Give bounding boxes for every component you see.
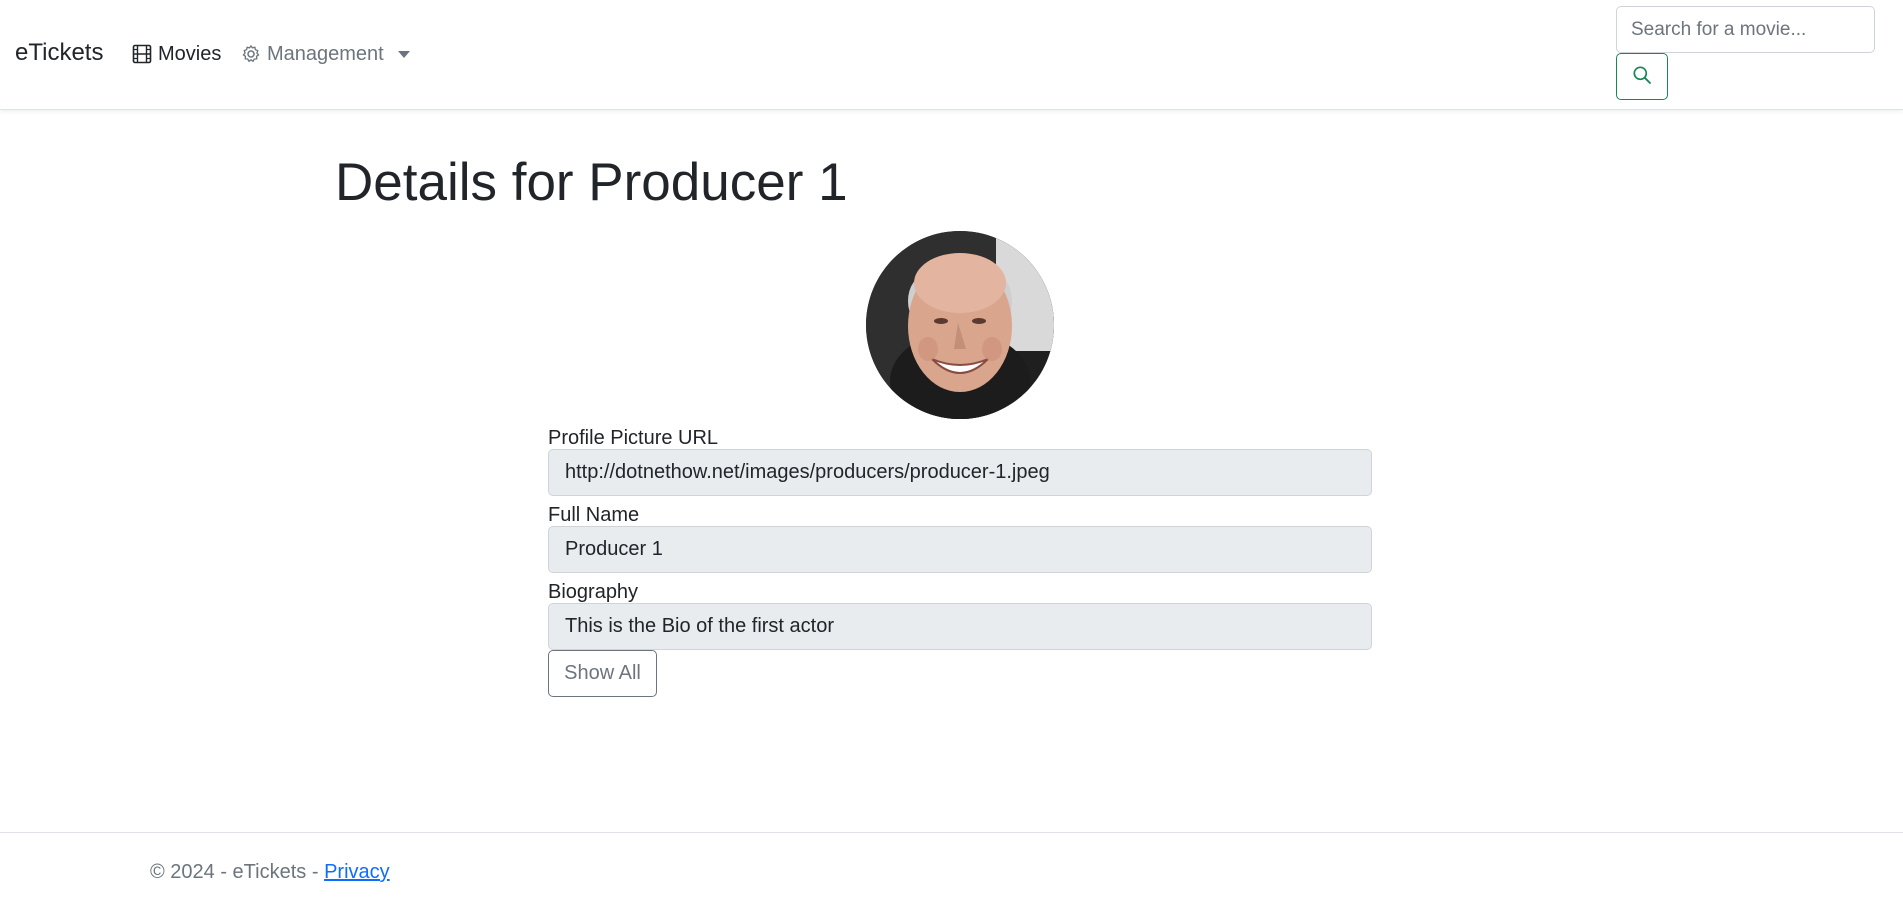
search-icon [1632,65,1652,88]
caret-down-icon [397,50,410,58]
gear-icon [241,44,261,64]
search-input[interactable] [1616,6,1875,53]
privacy-link[interactable]: Privacy [324,861,390,883]
nav-management-dropdown[interactable]: Management [241,40,410,68]
full-name-field[interactable] [548,526,1372,573]
page-title: Details for Producer 1 [335,153,848,212]
footer-text: © 2024 - eTickets - Privacy [150,859,390,885]
brand-link[interactable]: eTickets [15,38,103,68]
navbar: eTickets Movies Management [0,0,1903,110]
profile-picture-label: Profile Picture URL [548,427,719,449]
nav-movies-link[interactable]: Movies [132,40,221,68]
search-button[interactable] [1616,53,1668,100]
full-name-label: Full Name [548,504,640,526]
nav-movies-label: Movies [158,43,222,65]
film-icon [132,44,152,64]
biography-label: Biography [548,581,639,603]
nav-management-label: Management [267,43,384,65]
footer: © 2024 - eTickets - Privacy [0,832,1903,903]
profile-picture-field[interactable] [548,449,1372,496]
biography-field[interactable] [548,603,1372,650]
producer-avatar [866,231,1054,419]
show-all-button[interactable]: Show All [548,650,657,697]
footer-copyright: © 2024 - eTickets - [150,861,325,883]
